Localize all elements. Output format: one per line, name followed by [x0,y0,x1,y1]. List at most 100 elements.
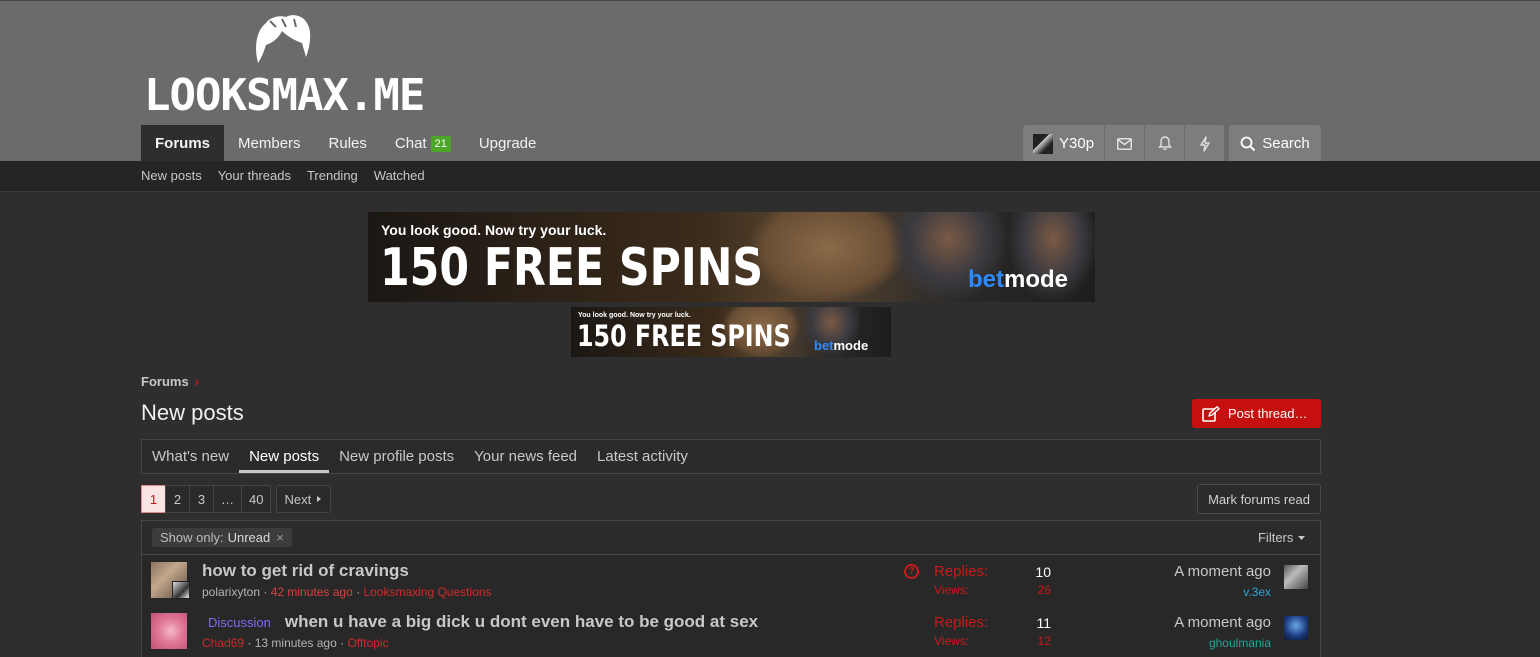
post-thread-button[interactable]: Post thread… [1192,399,1321,428]
filter-prefix: Show only: [160,530,224,545]
user-avatar [1033,133,1053,154]
nav-tab-members[interactable]: Members [224,125,315,162]
thread-title[interactable]: how to get rid of cravings [202,561,409,581]
thread-forum[interactable]: Looksmaxing Questions [363,585,491,599]
subnav-your-threads[interactable]: Your threads [218,168,291,183]
chevron-right-icon: › [194,374,200,389]
nav-tab-chat[interactable]: Chat 21 [381,125,465,162]
next-page-button[interactable]: Next [276,485,332,513]
ad-headline: 150 FREE SPINS [380,238,764,298]
ad-banner-large[interactable]: You look good. Now try your luck. 150 FR… [368,212,1095,302]
remove-filter-icon[interactable]: × [276,530,284,545]
tab-latest-activity[interactable]: Latest activity [587,440,698,473]
ad-brand-part: bet [968,266,1004,293]
site-header: LOOKSMAX.ME Forums Members Rules Chat 21 … [0,0,1540,162]
author-avatar[interactable] [151,613,187,649]
thread-time[interactable]: 42 minutes ago [271,585,353,599]
latest-post-time[interactable]: A moment ago [1174,563,1271,580]
question-icon: ? [904,564,919,579]
alerts-button[interactable] [1145,125,1186,162]
tab-whats-new[interactable]: What's new [142,440,239,473]
search-label: Search [1262,135,1310,152]
thread-title[interactable]: Discussion when u have a big dick u dont… [202,612,758,632]
chat-count-badge: 21 [430,135,451,152]
filters-menu-button[interactable]: Filters [1258,530,1306,545]
page-button-last[interactable]: 40 [241,485,272,513]
caret-right-icon [317,496,322,502]
ad-brand-logo: betmode [814,338,868,353]
nav-tab-label: Rules [328,135,367,152]
account-button[interactable]: Y30p [1023,125,1106,162]
tab-your-news-feed[interactable]: Your news feed [464,440,587,473]
envelope-icon [1117,137,1133,150]
page-button-2[interactable]: 2 [165,485,190,513]
thread-author[interactable]: polarixyton [202,585,260,599]
page-button-3[interactable]: 3 [189,485,214,513]
latest-post-time[interactable]: A moment ago [1174,614,1271,631]
last-poster-avatar[interactable] [172,581,190,599]
subnav-trending[interactable]: Trending [307,168,358,183]
ad-tagline: You look good. Now try your luck. [578,312,691,319]
next-label: Next [284,491,312,507]
ad-capybara-image [748,212,908,302]
pagination: 1 2 3 … 40 Next [141,485,332,513]
thread-title-text: how to get rid of cravings [202,561,409,580]
replies-label: Replies: [934,563,989,580]
ad-brand-logo: betmode [968,266,1068,294]
thread-meta: polarixyton · 42 minutes ago · Looksmaxi… [202,585,492,599]
main-nav: Forums Members Rules Chat 21 Upgrade [141,125,550,162]
nav-tab-label: Members [238,135,301,152]
ad-headline: 150 FREE SPINS [577,319,791,353]
user-toolbar: Y30p [1023,125,1226,162]
whats-new-tabs: What's new New posts New profile posts Y… [141,439,1321,474]
whats-new-button[interactable] [1185,125,1226,162]
lightning-icon [1199,135,1210,152]
inbox-button[interactable] [1105,125,1146,162]
discussion-prefix-label[interactable]: Discussion [202,614,277,631]
thread-meta: Chad69 · 13 minutes ago · Offtopic [202,636,389,650]
logo-text: LOOKSMAX.ME [144,70,425,121]
filter-chip-unread[interactable]: Show only: Unread × [152,528,292,547]
breadcrumb-forums[interactable]: Forums [141,374,189,389]
thread-forum[interactable]: Offtopic [347,636,388,650]
nav-tab-label: Upgrade [478,135,537,152]
filter-value: Unread [227,530,271,545]
sub-nav: New posts Your threads Trending Watched [0,161,1540,192]
bell-icon [1157,136,1172,151]
filter-bar: Show only: Unread × Filters [142,521,1320,555]
breadcrumb: Forums › [141,374,199,389]
latest-user-avatar[interactable] [1284,565,1308,589]
account-username: Y30p [1059,135,1095,152]
page-button-1[interactable]: 1 [141,485,166,513]
replies-label: Replies: [934,614,989,631]
nav-tab-rules[interactable]: Rules [315,125,381,162]
search-button[interactable]: Search [1229,125,1321,162]
latest-post-user[interactable]: ghoulmania [1209,636,1271,650]
hair-logo-icon [256,15,311,64]
latest-post-user[interactable]: v.3ex [1243,585,1271,599]
thread-list: Show only: Unread × Filters how to get r… [141,520,1321,657]
ad-brand-part: bet [814,338,834,353]
subnav-new-posts[interactable]: New posts [141,168,202,183]
tab-new-profile-posts[interactable]: New profile posts [329,440,464,473]
subnav-watched[interactable]: Watched [374,168,425,183]
tab-label: New profile posts [339,448,455,465]
ad-banner-small[interactable]: You look good. Now try your luck. 150 FR… [571,307,891,357]
site-logo[interactable]: LOOKSMAX.ME [144,13,425,119]
page-jump-button[interactable]: … [213,485,242,513]
replies-count: 10 [1035,564,1051,580]
nav-tab-upgrade[interactable]: Upgrade [465,125,551,162]
search-icon [1240,136,1256,151]
nav-tab-forums[interactable]: Forums [141,125,225,162]
thread-row[interactable]: Discussion when u have a big dick u dont… [142,606,1320,657]
thread-author[interactable]: Chad69 [202,636,244,650]
post-thread-label: Post thread… [1228,406,1308,421]
latest-user-avatar[interactable] [1284,616,1308,640]
tab-label: Your news feed [474,448,578,465]
tab-new-posts[interactable]: New posts [239,440,330,473]
thread-time[interactable]: 13 minutes ago [255,636,337,650]
views-count: 26 [1037,583,1051,597]
filters-label: Filters [1257,530,1294,545]
mark-forums-read-button[interactable]: Mark forums read [1197,484,1321,514]
thread-row[interactable]: how to get rid of cravings polarixyton ·… [142,555,1320,606]
